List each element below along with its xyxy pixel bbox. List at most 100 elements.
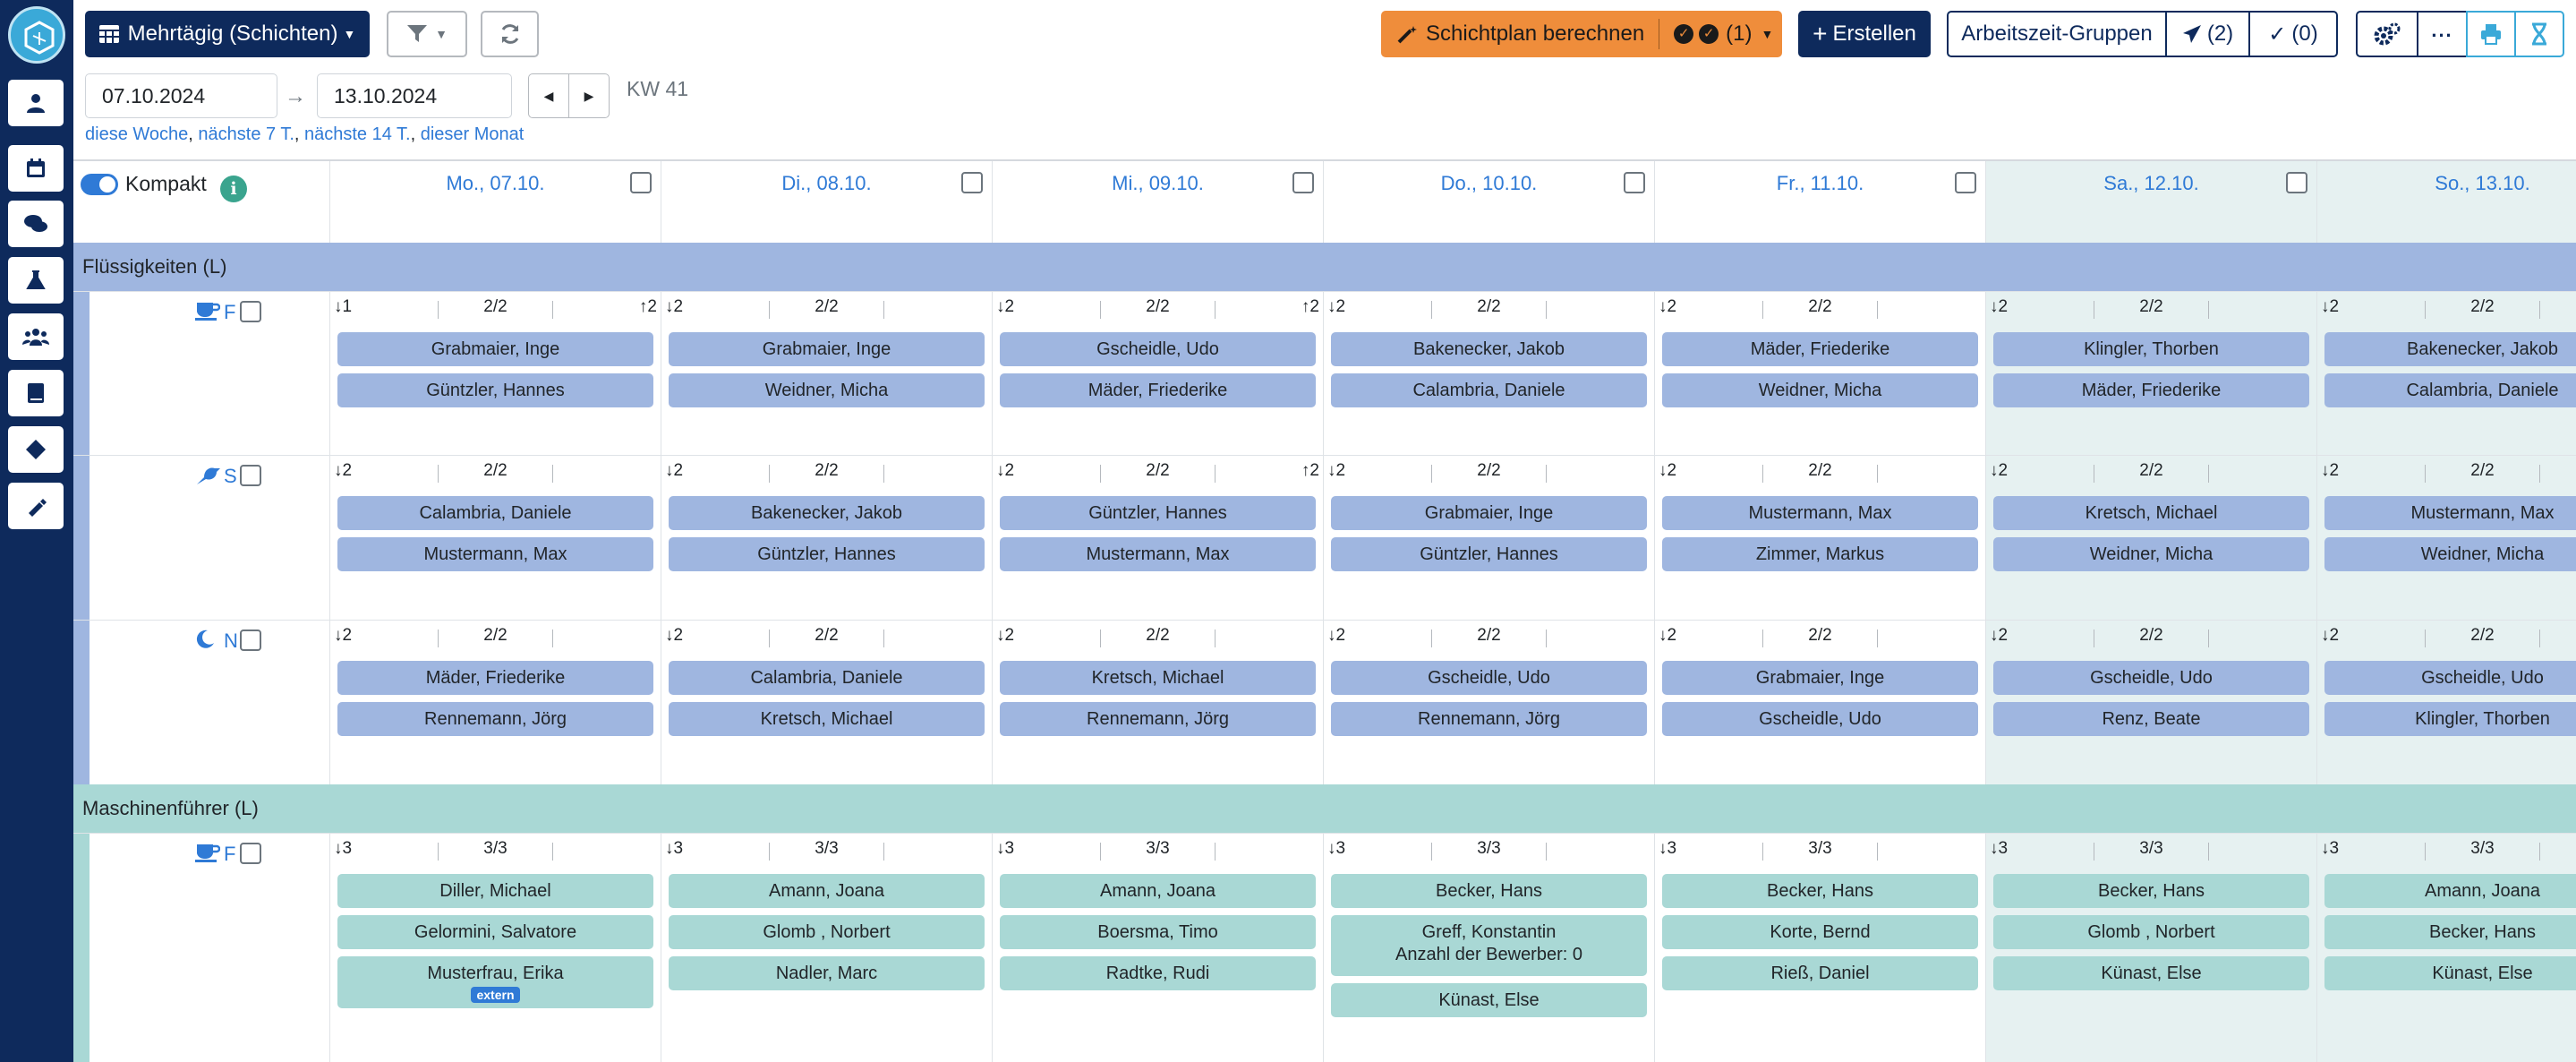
sent-button[interactable]: (2) (2165, 11, 2250, 57)
employee-pill[interactable]: Grabmaier, Inge (337, 332, 653, 366)
day-select-checkbox[interactable] (1624, 172, 1645, 193)
previous-week-button[interactable]: ◀ (528, 73, 569, 118)
employee-pill[interactable]: Zimmer, Markus (1662, 537, 1978, 571)
day-header-label[interactable]: Sa., 12.10. (1986, 172, 2316, 195)
day-header-label[interactable]: Do., 10.10. (1324, 172, 1654, 195)
employee-pill[interactable]: Güntzler, Hannes (337, 373, 653, 407)
date-to-input[interactable]: 13.10.2024 (317, 73, 512, 118)
more-button[interactable]: ... (2417, 11, 2468, 57)
view-dropdown-button[interactable]: Mehrtägig (Schichten) ▼ (85, 11, 370, 57)
day-header-label[interactable]: Mi., 09.10. (993, 172, 1323, 195)
employee-pill[interactable]: Bakenecker, Jakob (1331, 332, 1647, 366)
employee-pill[interactable]: Gscheidle, Udo (1000, 332, 1316, 366)
refresh-button[interactable] (481, 11, 539, 57)
this-week-link[interactable]: diese Woche (85, 124, 188, 144)
employee-pill[interactable]: Bakenecker, Jakob (669, 496, 985, 530)
shift-day-cell[interactable]: ↓2 2/2 Mäder, Friederike Weidner, Micha (1654, 292, 1985, 456)
employee-pill[interactable]: Güntzler, Hannes (1331, 537, 1647, 571)
info-icon[interactable]: i (220, 176, 247, 202)
employee-pill[interactable]: Grabmaier, Inge (669, 332, 985, 366)
employee-pill[interactable]: Mustermann, Max (1000, 537, 1316, 571)
employee-pill[interactable]: Kretsch, Michael (669, 702, 985, 736)
employee-pill[interactable]: Mäder, Friederike (1662, 332, 1978, 366)
shift-day-cell[interactable]: ↓3 3/3 Becker, Hans Greff, Konstantin Anzahl… (1323, 834, 1654, 1062)
employee-pill[interactable]: Nadler, Marc (669, 956, 985, 990)
employee-pill[interactable]: Renz, Beate (1993, 702, 2309, 736)
hourglass-button[interactable] (2514, 11, 2564, 57)
user-icon[interactable] (8, 80, 64, 126)
employee-pill[interactable]: Kretsch, Michael (1993, 496, 2309, 530)
employee-pill[interactable]: Grabmaier, Inge (1331, 496, 1647, 530)
shift-day-cell[interactable]: ↓2 2/2 Calambria, Daniele Kretsch, Michael (661, 621, 992, 784)
employee-pill[interactable]: Amann, Joana (669, 874, 985, 908)
day-select-checkbox[interactable] (1955, 172, 1976, 193)
employee-pill[interactable]: Weidner, Micha (669, 373, 985, 407)
shift-day-cell[interactable]: ↓2 2/2 Gscheidle, Udo Renz, Beate (1985, 621, 2316, 784)
employee-pill[interactable]: Weidner, Micha (2324, 537, 2576, 571)
employee-pill[interactable]: Calambria, Daniele (337, 496, 653, 530)
shift-day-cell[interactable]: ↓2 2/2 Mäder, Friederike Rennemann, Jörg (329, 621, 661, 784)
employee-pill[interactable]: Güntzler, Hannes (1000, 496, 1316, 530)
users-icon[interactable] (8, 313, 64, 360)
day-select-checkbox[interactable] (1292, 172, 1314, 193)
employee-pill[interactable]: Gscheidle, Udo (2324, 661, 2576, 695)
employee-pill[interactable]: Becker, Hans (1993, 874, 2309, 908)
employee-pill[interactable]: Rennemann, Jörg (1331, 702, 1647, 736)
employee-pill[interactable]: Boersma, Timo (1000, 915, 1316, 949)
next-14-days-link[interactable]: nächste 14 T. (304, 124, 411, 144)
employee-pill[interactable]: Rennemann, Jörg (1000, 702, 1316, 736)
employee-pill[interactable]: Klingler, Thorben (1993, 332, 2309, 366)
shift-day-cell[interactable]: ↓2 2/2 Bakenecker, Jakob Güntzler, Hannes (661, 456, 992, 620)
calculate-plan-button[interactable]: Schichtplan berechnen ✓ ✓ (1) ▼ (1381, 11, 1782, 57)
employee-pill[interactable]: Gscheidle, Udo (1993, 661, 2309, 695)
shift-day-cell[interactable]: ↓3 3/3 Diller, Michael Gelormini, Salvatore… (329, 834, 661, 1062)
employee-pill[interactable]: Künast, Else (2324, 956, 2576, 990)
next-week-button[interactable]: ▶ (568, 73, 610, 118)
employee-pill[interactable]: Amann, Joana (1000, 874, 1316, 908)
employee-pill[interactable]: Mustermann, Max (337, 537, 653, 571)
create-button[interactable]: + Erstellen (1798, 11, 1931, 57)
employee-pill[interactable]: Mäder, Friederike (1000, 373, 1316, 407)
employee-pill[interactable]: Amann, Joana (2324, 874, 2576, 908)
calendar-icon[interactable] (8, 145, 64, 192)
flask-icon[interactable] (8, 257, 64, 304)
shift-select-checkbox[interactable] (240, 465, 261, 486)
employee-pill[interactable]: Künast, Else (1993, 956, 2309, 990)
employee-pill[interactable]: Rieß, Daniel (1662, 956, 1978, 990)
date-from-input[interactable]: 07.10.2024 (85, 73, 277, 118)
employee-pill[interactable]: Künast, Else (1331, 983, 1647, 1017)
shift-select-checkbox[interactable] (240, 843, 261, 864)
shift-day-cell[interactable]: ↓2 2/2 Mustermann, Max Weidner, Micha (2316, 456, 2576, 620)
employee-pill[interactable]: Kretsch, Michael (1000, 661, 1316, 695)
employee-pill[interactable]: Calambria, Daniele (1331, 373, 1647, 407)
employee-pill[interactable]: Radtke, Rudi (1000, 956, 1316, 990)
employee-pill[interactable]: Glomb , Norbert (1993, 915, 2309, 949)
shift-day-cell[interactable]: ↓2 2/2 ↑2 Güntzler, Hannes Mustermann, Max (992, 456, 1323, 620)
employee-pill[interactable]: Mäder, Friederike (1993, 373, 2309, 407)
ruler-pen-icon[interactable] (8, 483, 64, 529)
shift-day-cell[interactable]: ↓2 2/2 Grabmaier, Inge Weidner, Micha (661, 292, 992, 456)
employee-pill[interactable]: Becker, Hans (2324, 915, 2576, 949)
compact-toggle[interactable] (81, 174, 118, 195)
app-logo[interactable] (8, 6, 65, 64)
shift-day-cell[interactable]: ↓2 2/2 Bakenecker, Jakob Calambria, Daniele (2316, 292, 2576, 456)
employee-pill[interactable]: Rennemann, Jörg (337, 702, 653, 736)
employee-pill[interactable]: Calambria, Daniele (669, 661, 985, 695)
group-header[interactable]: Maschinenführer (L) (73, 784, 2576, 833)
employee-pill[interactable]: Diller, Michael (337, 874, 653, 908)
day-select-checkbox[interactable] (961, 172, 983, 193)
shift-day-cell[interactable]: ↓2 2/2 Gscheidle, Udo Klingler, Thorben (2316, 621, 2576, 784)
diamond-icon[interactable] (8, 426, 64, 473)
employee-pill[interactable]: Mustermann, Max (2324, 496, 2576, 530)
employee-pill[interactable]: Mäder, Friederike (337, 661, 653, 695)
filter-button[interactable]: ▼ (387, 11, 467, 57)
shift-day-cell[interactable]: ↓3 3/3 Amann, Joana Glomb , Norbert Nadler, … (661, 834, 992, 1062)
employee-pill[interactable]: Greff, Konstantin Anzahl der Bewerber: 0 (1331, 915, 1647, 976)
shift-select-checkbox[interactable] (240, 629, 261, 651)
employee-pill[interactable]: Grabmaier, Inge (1662, 661, 1978, 695)
shift-day-cell[interactable]: ↓2 2/2 Kretsch, Michael Rennemann, Jörg (992, 621, 1323, 784)
shift-day-cell[interactable]: ↓2 2/2 Mustermann, Max Zimmer, Markus (1654, 456, 1985, 620)
employee-pill[interactable]: Bakenecker, Jakob (2324, 332, 2576, 366)
day-select-checkbox[interactable] (2286, 172, 2307, 193)
employee-pill[interactable]: Becker, Hans (1331, 874, 1647, 908)
